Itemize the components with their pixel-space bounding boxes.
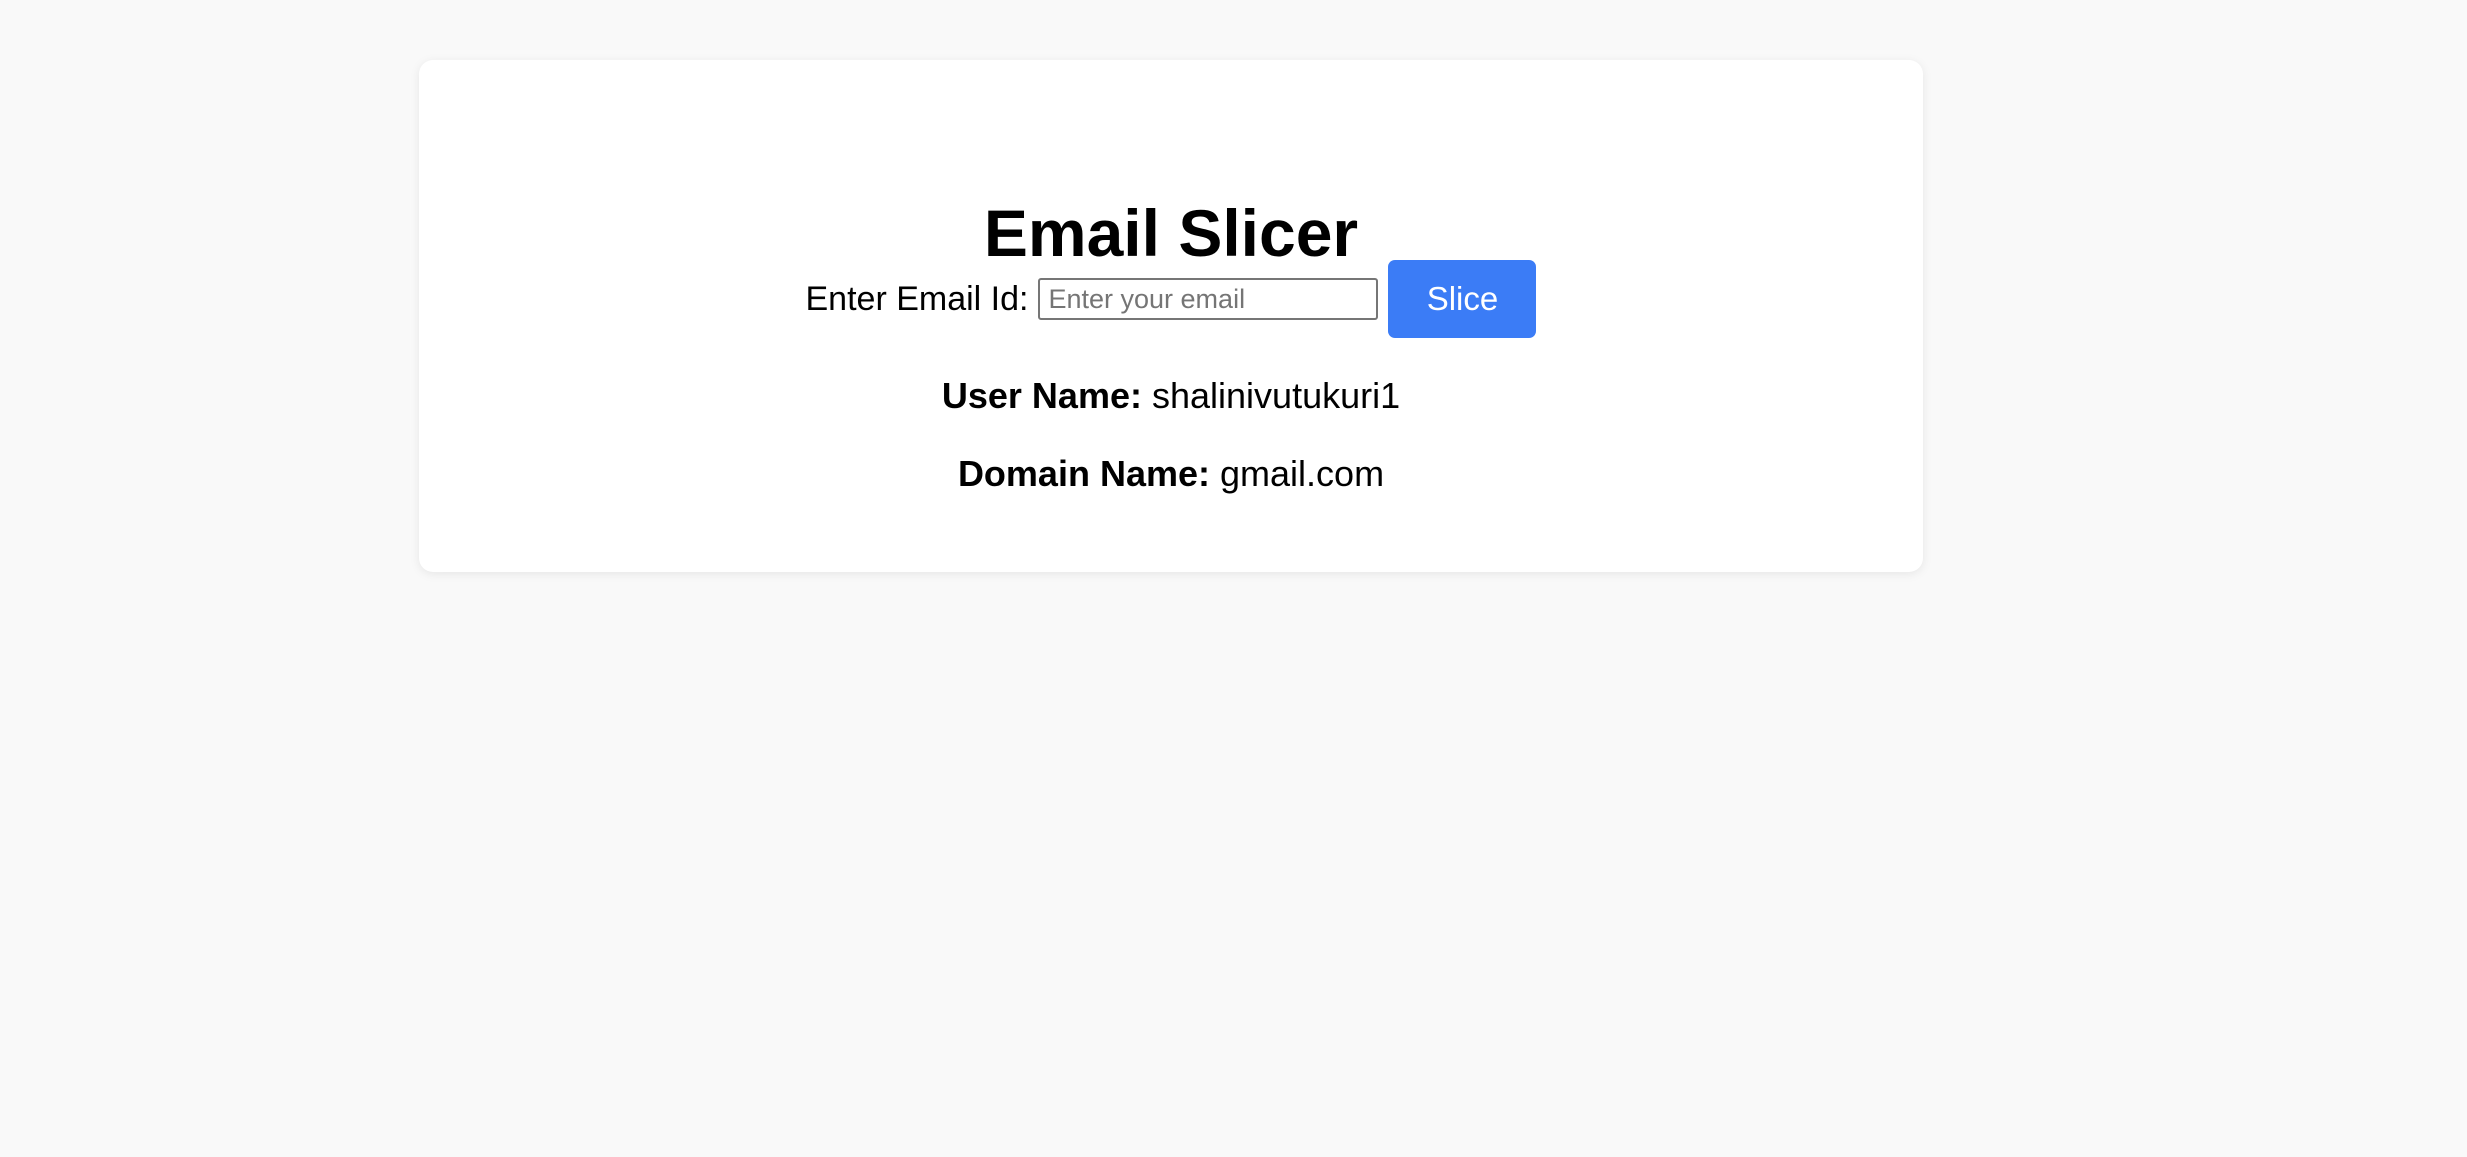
domain-name-result: Domain Name: gmail.com <box>419 456 1923 492</box>
email-form: Enter Email Id: Slice <box>419 260 1923 338</box>
user-name-value: shalinivutukuri1 <box>1151 375 1401 416</box>
page-title: Email Slicer <box>983 196 1359 270</box>
slice-button[interactable]: Slice <box>1388 260 1537 338</box>
user-name-label: User Name: <box>941 375 1142 416</box>
domain-name-value: gmail.com <box>1220 453 1385 494</box>
domain-name-label: Domain Name: <box>957 453 1210 494</box>
user-name-result: User Name: shalinivutukuri1 <box>419 378 1923 414</box>
email-field-label: Enter Email Id: <box>805 279 1029 318</box>
email-slicer-card: Email Slicer Enter Email Id: Slice User … <box>419 60 1923 572</box>
email-input[interactable] <box>1038 278 1379 320</box>
page: Email Slicer Enter Email Id: Slice User … <box>0 0 2467 1157</box>
